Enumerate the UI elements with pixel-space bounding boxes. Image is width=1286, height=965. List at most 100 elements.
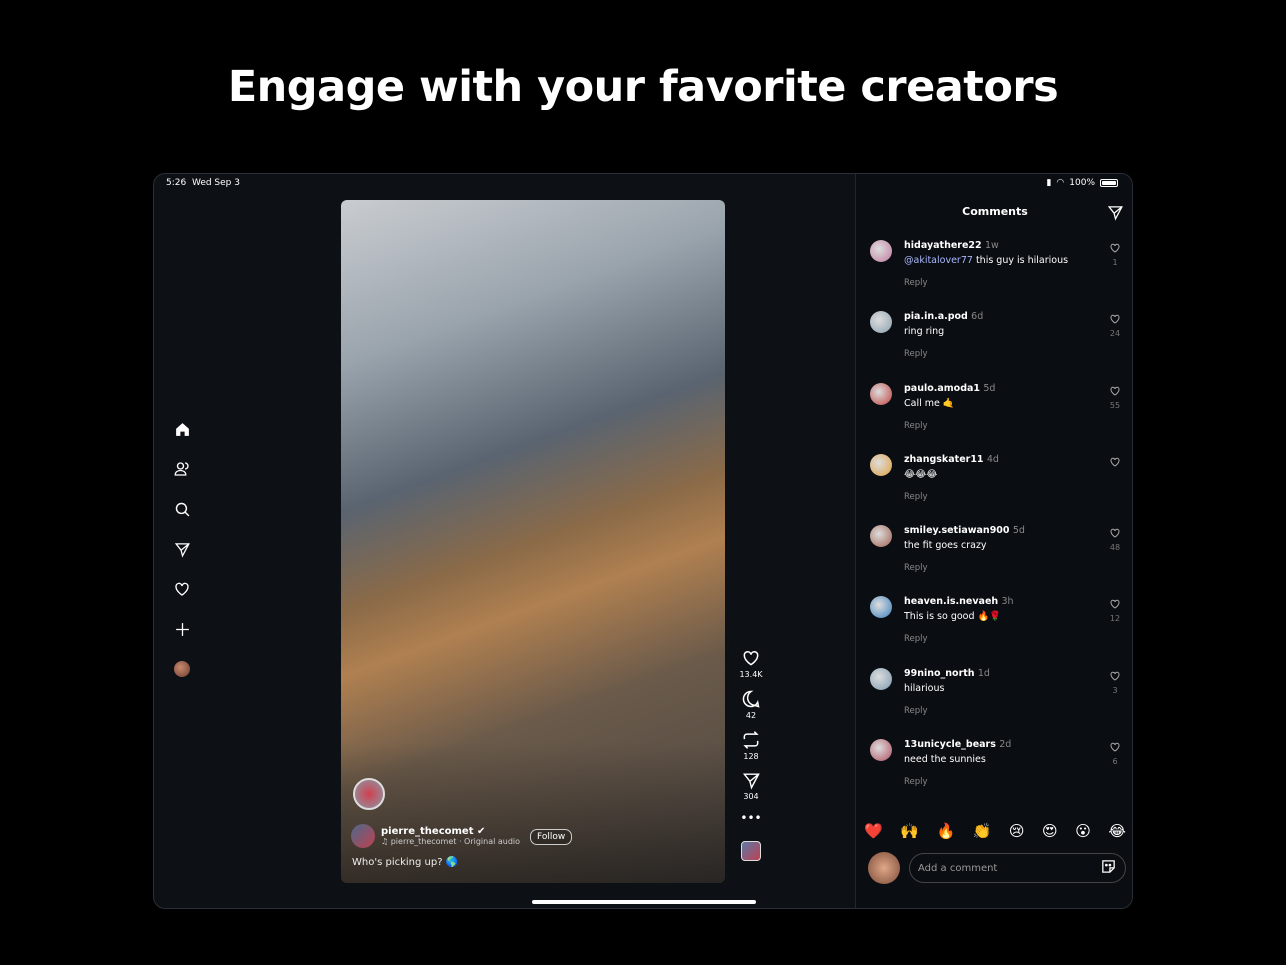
emoji-button[interactable]: 👏 — [973, 822, 992, 840]
repost-count: 128 — [743, 752, 759, 761]
emoji-quick-bar: ❤️ 🙌 🔥 👏 😢 😍 😮 😂 — [864, 822, 1126, 840]
home-icon[interactable] — [172, 420, 192, 438]
comment-time: 1w — [984, 240, 999, 251]
reply-button[interactable]: Reply — [904, 634, 1122, 644]
comment-bubble-icon — [742, 690, 760, 708]
commenter-username[interactable]: pia.in.a.pod — [904, 311, 968, 322]
emoji-button[interactable]: 🙌 — [900, 822, 919, 840]
status-indicators: ▮ ◠ 100% — [1046, 178, 1118, 188]
emoji-button[interactable]: 😍 — [1042, 822, 1058, 840]
following-icon[interactable] — [172, 460, 192, 478]
comment-like-button[interactable]: 1 — [1108, 242, 1122, 267]
share-button[interactable] — [1107, 204, 1124, 225]
reply-button[interactable]: Reply — [904, 421, 1122, 431]
like-button[interactable]: 13.4K — [739, 648, 763, 679]
creator-small-avatar[interactable] — [351, 824, 375, 848]
home-indicator[interactable] — [532, 900, 756, 904]
comment-item: smiley.setiawan900 5d the fit goes crazy… — [870, 525, 1122, 596]
mention-link[interactable]: @akitalover77 — [904, 255, 973, 266]
commenter-avatar[interactable] — [870, 453, 892, 476]
commenter-username[interactable]: paulo.amoda1 — [904, 383, 980, 394]
heart-icon — [1110, 315, 1120, 324]
heart-icon — [1110, 528, 1120, 538]
comment-like-button[interactable]: 24 — [1108, 313, 1122, 338]
commenter-avatar[interactable] — [870, 739, 892, 762]
comment-like-button[interactable]: 12 — [1108, 598, 1122, 623]
reply-button[interactable]: Reply — [904, 349, 1122, 359]
sticker-icon[interactable] — [1100, 858, 1117, 879]
video-actions: 13.4K 42 128 304 ••• — [736, 648, 766, 861]
commenter-username[interactable]: hidayathere22 — [904, 240, 982, 251]
comment-item: heaven.is.nevaeh 3h This is so good 🔥🌹 R… — [870, 596, 1122, 667]
emoji-button[interactable]: 😂 — [1108, 822, 1126, 840]
commenter-avatar[interactable] — [870, 525, 892, 548]
comment-like-count: 55 — [1109, 400, 1121, 410]
creator-username[interactable]: pierre_thecomet — [381, 826, 473, 837]
commenter-username[interactable]: smiley.setiawan900 — [904, 525, 1010, 536]
reply-button[interactable]: Reply — [904, 492, 1122, 502]
comment-input[interactable] — [918, 862, 1088, 874]
heart-icon — [743, 650, 759, 666]
create-plus-icon[interactable] — [172, 620, 192, 638]
reply-button[interactable]: Reply — [904, 706, 1122, 716]
commenter-avatar[interactable] — [870, 382, 892, 405]
comment-time: 4d — [986, 453, 999, 465]
more-options-button[interactable]: ••• — [740, 811, 761, 825]
battery-icon — [1100, 179, 1118, 187]
follow-button[interactable]: Follow — [530, 829, 573, 845]
creator-avatar[interactable] — [353, 778, 385, 810]
commenter-avatar[interactable] — [870, 240, 892, 262]
comment-item: pia.in.a.pod 6d ring ring Reply 24 — [870, 311, 1122, 382]
emoji-button[interactable]: 😢 — [1009, 822, 1025, 840]
commenter-username[interactable]: heaven.is.nevaeh — [904, 596, 998, 607]
commenter-username[interactable]: zhangskater11 — [904, 454, 984, 465]
comment-text: This is so good 🔥🌹 — [904, 611, 1002, 623]
battery-percent: 100% — [1069, 178, 1095, 188]
send-icon[interactable] — [172, 540, 192, 558]
reply-button[interactable]: Reply — [904, 563, 1122, 573]
emoji-button[interactable]: ❤️ — [864, 822, 883, 840]
comment-time: 1d — [977, 667, 990, 679]
search-icon[interactable] — [172, 500, 192, 518]
heart-icon[interactable] — [172, 580, 192, 598]
headline: Engage with your favorite creators — [227, 62, 1059, 112]
comment-item: zhangskater11 4d 😂😂😂 Reply — [870, 453, 1122, 525]
emoji-button[interactable]: 🔥 — [936, 822, 955, 840]
commenter-avatar[interactable] — [870, 596, 892, 619]
tablet-screen: 5:26 Wed Sep 3 pierre_thecomet ✔ ♫ pierr… — [153, 173, 1133, 909]
audio-thumbnail[interactable] — [741, 841, 761, 861]
commenter-username[interactable]: 13unicycle_bears — [904, 739, 996, 750]
wifi-icon: ◠ — [1056, 178, 1065, 188]
comment-item: hidayathere22 1w @akitalover77 this guy … — [870, 240, 1122, 311]
comment-text: the fit goes crazy — [904, 540, 987, 552]
comment-text: 😂😂😂 — [904, 468, 938, 480]
commenter-avatar[interactable] — [870, 311, 892, 334]
signal-icon: ▮ — [1046, 178, 1052, 188]
comment-like-button[interactable]: 48 — [1108, 527, 1122, 552]
heart-icon — [1110, 742, 1120, 752]
profile-avatar[interactable] — [172, 660, 192, 678]
comment-like-button[interactable] — [1108, 456, 1122, 472]
comments-title: Comments — [962, 205, 1028, 218]
audio-label[interactable]: pierre_thecomet · Original audio — [391, 837, 520, 846]
share-button[interactable]: 304 — [742, 771, 761, 801]
comment-like-button[interactable]: 3 — [1108, 670, 1122, 695]
comment-list: hidayathere22 1w @akitalover77 this guy … — [870, 240, 1122, 810]
emoji-button[interactable]: 😮 — [1075, 822, 1091, 840]
repost-button[interactable]: 128 — [741, 730, 761, 761]
commenter-username[interactable]: 99nino_north — [904, 668, 975, 679]
commenter-avatar[interactable] — [870, 667, 892, 690]
reply-button[interactable]: Reply — [904, 278, 1122, 288]
comment-like-button[interactable]: 55 — [1108, 385, 1122, 410]
heart-icon — [1110, 671, 1120, 681]
comment-like-button[interactable]: 6 — [1108, 741, 1122, 766]
reply-button[interactable]: Reply — [904, 777, 1122, 787]
status-time: 5:26 Wed Sep 3 — [166, 178, 240, 188]
video-player[interactable]: pierre_thecomet ✔ ♫ pierre_thecomet · Or… — [341, 200, 725, 883]
comment-text: need the sunnies — [904, 754, 986, 766]
comment-text: Call me 🤙 — [904, 397, 955, 409]
comment-button[interactable]: 42 — [741, 689, 761, 720]
send-icon — [742, 773, 760, 790]
comment-like-count: 24 — [1109, 329, 1121, 339]
comment-item: 13unicycle_bears 2d need the sunnies Rep… — [870, 739, 1122, 810]
